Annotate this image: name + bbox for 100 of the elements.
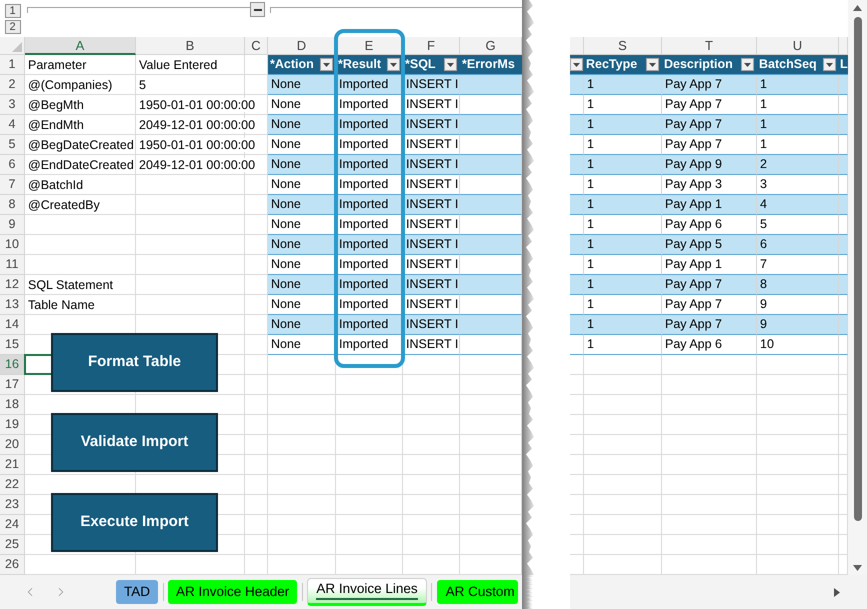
vertical-scrollbar[interactable] <box>848 0 867 575</box>
row-number[interactable]: 13 <box>0 295 25 315</box>
sheet-tab[interactable]: TAD <box>116 580 158 604</box>
empty-cell[interactable] <box>570 495 584 515</box>
outline-level-button[interactable]: 1 <box>4 4 20 18</box>
filter-dropdown-button[interactable] <box>444 58 457 71</box>
macro-button[interactable]: Validate Import <box>51 413 218 472</box>
empty-cell[interactable] <box>570 435 584 455</box>
empty-cell[interactable] <box>662 515 757 535</box>
empty-cell[interactable] <box>584 515 662 535</box>
column-letter[interactable]: G <box>460 37 522 55</box>
column-header-cell[interactable] <box>570 37 584 55</box>
filter-dropdown-button[interactable] <box>570 58 583 71</box>
row-number[interactable]: 23 <box>0 495 25 515</box>
row-number[interactable]: 12 <box>0 275 25 295</box>
column-letter[interactable]: C <box>245 37 268 55</box>
row-number[interactable]: 25 <box>0 535 25 555</box>
empty-cell[interactable] <box>662 415 757 435</box>
column-letter[interactable]: B <box>136 37 245 55</box>
empty-cell[interactable] <box>570 535 584 555</box>
row-number[interactable]: 5 <box>0 135 25 155</box>
empty-cell[interactable] <box>584 535 662 555</box>
row-number[interactable]: 8 <box>0 195 25 215</box>
empty-cell[interactable] <box>662 535 757 555</box>
macro-button[interactable]: Execute Import <box>51 493 218 552</box>
empty-cell[interactable] <box>757 535 839 555</box>
scroll-right-icon[interactable] <box>834 588 840 596</box>
row-number[interactable]: 11 <box>0 255 25 275</box>
empty-cell[interactable] <box>584 375 662 395</box>
empty-cell[interactable] <box>570 455 584 475</box>
empty-cell[interactable] <box>570 515 584 535</box>
collapse-group-button[interactable] <box>250 2 265 17</box>
row-number[interactable]: 6 <box>0 155 25 175</box>
empty-cell[interactable] <box>570 375 584 395</box>
row-number[interactable]: 20 <box>0 435 25 455</box>
select-all-button[interactable] <box>0 37 25 55</box>
row-number[interactable]: 24 <box>0 515 25 535</box>
empty-cell[interactable] <box>662 435 757 455</box>
outline-level-button[interactable]: 2 <box>4 20 20 34</box>
empty-cell[interactable] <box>757 515 839 535</box>
filter-dropdown-button[interactable] <box>646 58 659 71</box>
empty-cell[interactable] <box>584 475 662 495</box>
column-letter[interactable]: T <box>662 37 757 55</box>
empty-cell[interactable] <box>584 495 662 515</box>
empty-cell[interactable] <box>757 435 839 455</box>
macro-button[interactable]: Format Table <box>51 333 218 392</box>
empty-cell[interactable] <box>662 375 757 395</box>
row-number[interactable]: 15 <box>0 335 25 355</box>
row-number[interactable]: 16 <box>0 355 25 375</box>
empty-cell[interactable] <box>757 395 839 415</box>
filter-dropdown-button[interactable] <box>741 58 754 71</box>
scroll-down-icon[interactable] <box>853 565 862 571</box>
filter-dropdown-button[interactable] <box>320 58 333 71</box>
empty-cell[interactable] <box>662 355 757 375</box>
empty-cell[interactable] <box>584 395 662 415</box>
row-number[interactable]: 17 <box>0 375 25 395</box>
row-number[interactable]: 26 <box>0 555 25 575</box>
empty-cell[interactable] <box>757 475 839 495</box>
empty-cell[interactable] <box>662 455 757 475</box>
filter-dropdown-button[interactable] <box>823 58 836 71</box>
empty-cell[interactable] <box>757 415 839 435</box>
empty-cell[interactable] <box>757 495 839 515</box>
empty-cell[interactable] <box>570 475 584 495</box>
column-letter[interactable]: F <box>403 37 460 55</box>
row-number[interactable]: 2 <box>0 75 25 95</box>
empty-cell[interactable] <box>584 455 662 475</box>
empty-cell[interactable] <box>584 435 662 455</box>
row-number[interactable]: 4 <box>0 115 25 135</box>
row-number[interactable]: 14 <box>0 315 25 335</box>
sheet-tab[interactable]: AR Invoice Lines <box>307 578 427 606</box>
column-letter[interactable]: E <box>336 37 403 55</box>
column-letter[interactable]: S <box>584 37 662 55</box>
row-number[interactable]: 1 <box>0 55 25 75</box>
row-number[interactable]: 19 <box>0 415 25 435</box>
row-number[interactable]: 3 <box>0 95 25 115</box>
sheet-tab[interactable]: AR Invoice Header <box>168 580 298 604</box>
scroll-up-icon[interactable] <box>853 5 862 11</box>
empty-cell[interactable] <box>662 495 757 515</box>
column-header-cell[interactable] <box>839 37 848 55</box>
row-number[interactable]: 22 <box>0 475 25 495</box>
row-number[interactable]: 7 <box>0 175 25 195</box>
row-number[interactable]: 10 <box>0 235 25 255</box>
empty-cell[interactable] <box>584 415 662 435</box>
empty-cell[interactable] <box>757 455 839 475</box>
empty-cell[interactable] <box>757 355 839 375</box>
empty-cell[interactable] <box>662 395 757 415</box>
row-number[interactable]: 18 <box>0 395 25 415</box>
scrollbar-thumb[interactable] <box>854 17 862 521</box>
empty-cell[interactable] <box>570 415 584 435</box>
column-letter[interactable]: A <box>25 37 136 55</box>
sheet-tab[interactable]: AR Custom <box>436 580 518 604</box>
empty-cell[interactable] <box>757 375 839 395</box>
column-letter[interactable]: U <box>757 37 839 55</box>
empty-cell[interactable] <box>662 475 757 495</box>
row-number[interactable]: 21 <box>0 455 25 475</box>
empty-cell[interactable] <box>584 355 662 375</box>
filter-dropdown-button[interactable] <box>387 58 400 71</box>
row-number[interactable]: 9 <box>0 215 25 235</box>
column-letter[interactable]: D <box>268 37 336 55</box>
empty-cell[interactable] <box>570 395 584 415</box>
